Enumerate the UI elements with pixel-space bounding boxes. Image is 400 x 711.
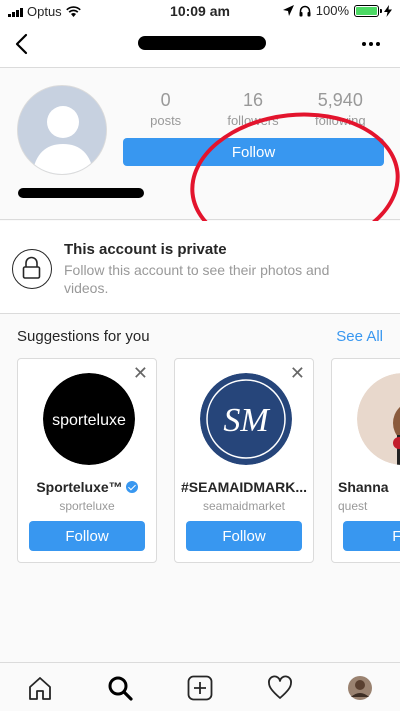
charging-bolt-icon <box>384 4 392 17</box>
suggestion-card: ✕ sporteluxe Sporteluxe™ sporteluxe Foll… <box>17 358 157 563</box>
dismiss-icon[interactable]: ✕ <box>133 363 148 384</box>
suggestion-follow-button[interactable]: Fo <box>343 521 400 551</box>
redacted-username <box>138 36 266 50</box>
dismiss-icon[interactable]: ✕ <box>290 363 305 384</box>
suggestion-handle: seamaidmarket <box>202 499 286 513</box>
default-user-icon <box>18 86 106 174</box>
suggestion-avatar[interactable] <box>357 373 400 465</box>
profile-nav-bar <box>0 22 400 68</box>
suggestion-follow-button[interactable]: Follow <box>29 521 145 551</box>
suggestion-avatar[interactable]: sporteluxe <box>43 373 135 465</box>
suggestions-header: Suggestions for you See All <box>17 328 383 345</box>
sporteluxe-logo-text: sporteluxe <box>52 412 126 429</box>
headphones-icon <box>299 5 311 16</box>
posts-stat: 0 posts <box>126 90 206 128</box>
verified-badge-icon <box>125 481 138 493</box>
suggestions-title: Suggestions for you <box>17 328 150 345</box>
suggestion-handle: sporteluxe <box>59 499 115 513</box>
status-bar: Optus 10:09 am 100% <box>0 0 400 22</box>
profile-avatar-icon[interactable] <box>347 675 373 701</box>
suggestion-card: Shanna quest Fo <box>331 358 400 563</box>
suggestion-name[interactable]: Sporteluxe™ <box>18 479 156 495</box>
lock-icon <box>12 249 52 289</box>
home-icon[interactable] <box>27 675 53 701</box>
see-all-link[interactable]: See All <box>336 328 383 345</box>
private-title: This account is private <box>64 241 227 258</box>
profile-header: 0 posts 16 followers 5,940 following Fol… <box>0 68 400 264</box>
more-horizontal-icon[interactable] <box>362 42 380 46</box>
posts-label: posts <box>150 113 182 128</box>
battery-icon <box>354 4 382 17</box>
suggestions-carousel[interactable]: ✕ sporteluxe Sporteluxe™ sporteluxe Foll… <box>17 358 400 564</box>
following-count: 5,940 <box>317 90 363 110</box>
suggestion-handle: quest <box>338 499 368 513</box>
search-icon[interactable] <box>107 675 133 701</box>
suggestion-name[interactable]: #SEAMAIDMARK... <box>175 479 313 495</box>
status-right: 100% <box>282 3 392 18</box>
suggestion-name[interactable]: Shanna <box>332 479 400 495</box>
suggestion-follow-button[interactable]: Follow <box>186 521 302 551</box>
battery-percent: 100% <box>315 3 349 18</box>
new-post-icon[interactable] <box>187 675 213 701</box>
bottom-tab-bar <box>0 662 400 711</box>
seamaid-logo-text: SM <box>223 402 270 439</box>
private-description: Follow this account to see their photos … <box>64 262 330 296</box>
activity-heart-icon[interactable] <box>267 675 293 701</box>
suggestion-card: ✕ SM #SEAMAIDMARK... seamaidmarket Follo… <box>174 358 314 563</box>
posts-count: 0 <box>160 90 171 110</box>
chevron-left-icon[interactable] <box>12 32 34 56</box>
private-account-notice: This account is private Follow this acco… <box>0 221 400 314</box>
location-arrow-icon <box>282 5 294 16</box>
suggestion-avatar[interactable]: SM <box>200 373 292 465</box>
followers-count: 16 <box>242 90 263 110</box>
redacted-display-name <box>18 188 144 198</box>
avatar-placeholder <box>17 85 107 175</box>
